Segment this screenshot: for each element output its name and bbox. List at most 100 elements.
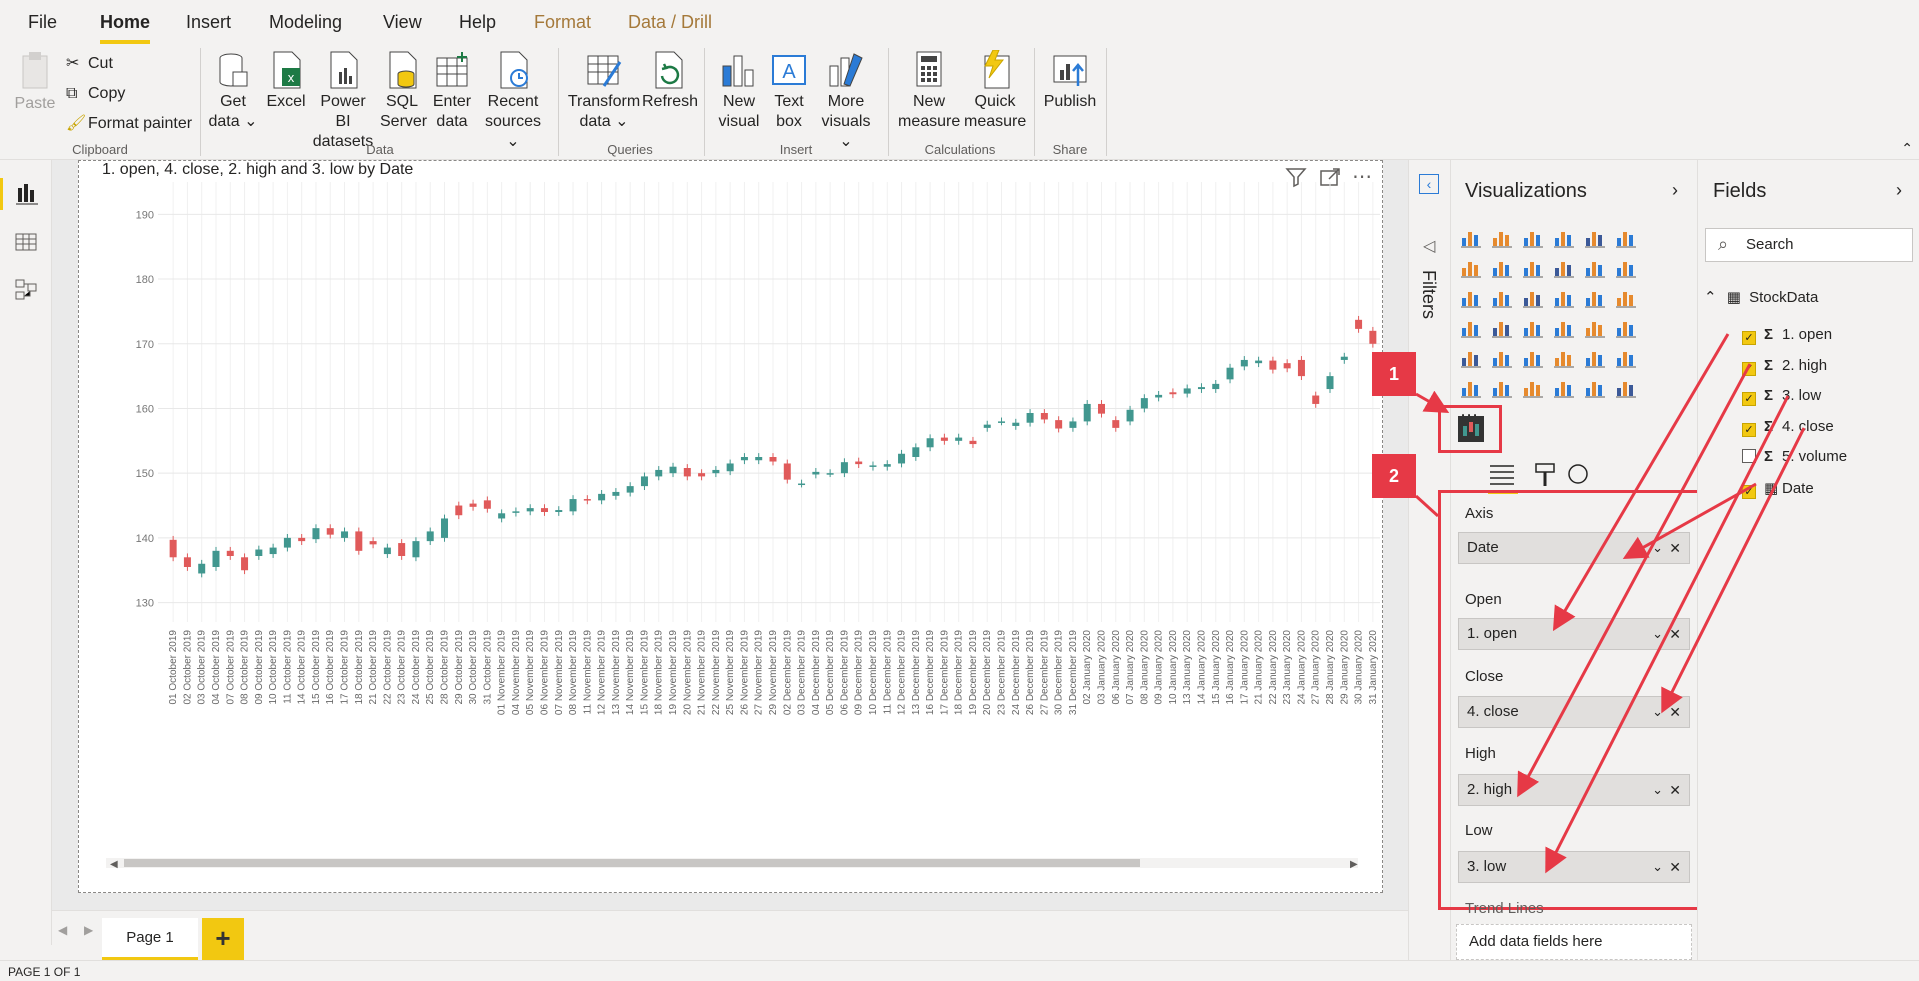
card-visual-icon[interactable] <box>1584 316 1606 338</box>
treemap-visual-icon[interactable] <box>1615 286 1637 308</box>
collapse-ribbon-icon[interactable]: ⌃ <box>1901 140 1913 157</box>
menu-home[interactable]: Home <box>100 12 150 33</box>
model-view-icon[interactable] <box>10 274 42 306</box>
fields-expand-icon[interactable]: › <box>1896 180 1902 201</box>
menu-help[interactable]: Help <box>459 12 496 33</box>
matrix-visual-icon[interactable] <box>1553 346 1575 368</box>
stacked-bar-visual-icon[interactable] <box>1460 226 1482 248</box>
field-1-open[interactable]: ✓ Σ 1. open <box>1742 326 1832 345</box>
chevron-down-icon[interactable]: ⌄ <box>1652 775 1663 805</box>
cut-button[interactable]: ✂ Cut <box>66 54 113 74</box>
fields-search-input[interactable]: Search <box>1705 228 1913 262</box>
more-visuals-button[interactable]: More visuals ⌄ <box>818 50 874 152</box>
prev-page-icon[interactable]: ◀ <box>58 923 67 937</box>
power-apps-visual-icon[interactable] <box>1615 376 1637 398</box>
enter-data-button[interactable]: Enter data <box>430 50 474 132</box>
next-page-icon[interactable]: ▶ <box>84 923 93 937</box>
remove-icon[interactable]: ✕ <box>1669 619 1681 649</box>
donut-visual-icon[interactable] <box>1584 286 1606 308</box>
sql-server-button[interactable]: SQL Server <box>380 50 427 132</box>
field-checkbox[interactable]: ✓ <box>1742 331 1756 345</box>
field-checkbox[interactable]: ✓ <box>1742 392 1756 406</box>
new-measure-button[interactable]: New measure <box>898 50 960 132</box>
qa-visual-icon[interactable] <box>1522 376 1544 398</box>
slicer-visual-icon[interactable] <box>1491 346 1513 368</box>
power-bi-datasets-button[interactable]: Power BI datasets <box>312 50 374 152</box>
field-checkbox[interactable]: ✓ <box>1742 484 1756 499</box>
field-date[interactable]: ✓ ▦ Date <box>1742 479 1814 499</box>
format-painter-button[interactable]: 🖌 Format painter <box>66 114 192 134</box>
scatter-visual-icon[interactable] <box>1522 286 1544 308</box>
clustered-column-visual-icon[interactable] <box>1553 226 1575 248</box>
remove-icon[interactable]: ✕ <box>1669 852 1681 882</box>
menu-view[interactable]: View <box>383 12 422 33</box>
field-3-low[interactable]: ✓ Σ 3. low <box>1742 387 1821 406</box>
menu-data-drill[interactable]: Data / Drill <box>628 12 712 33</box>
multi-row-card-visual-icon[interactable] <box>1615 316 1637 338</box>
candlestick-visual-icon[interactable] <box>1458 416 1484 442</box>
field-2-high[interactable]: ✓ Σ 2. high <box>1742 357 1827 376</box>
table-visual-icon[interactable] <box>1522 346 1544 368</box>
text-box-button[interactable]: A Text box <box>766 50 812 132</box>
arcgis-visual-icon[interactable] <box>1584 376 1606 398</box>
menu-modeling[interactable]: Modeling <box>269 12 342 33</box>
collapse-filters-icon[interactable]: ‹ <box>1419 174 1439 194</box>
gauge-visual-icon[interactable] <box>1553 316 1575 338</box>
clustered-bar-visual-icon[interactable] <box>1522 226 1544 248</box>
line-column-visual-icon[interactable] <box>1553 256 1575 278</box>
get-data-button[interactable]: Get data ⌄ <box>208 50 258 132</box>
line-clustered-column-visual-icon[interactable] <box>1584 256 1606 278</box>
ribbon-visual-icon[interactable] <box>1615 256 1637 278</box>
field-checkbox[interactable]: ✓ <box>1742 361 1756 376</box>
copy-button[interactable]: ⧉ Copy <box>66 84 125 104</box>
trend-lines-drop-zone[interactable]: Add data fields here <box>1456 924 1692 960</box>
axis-well[interactable]: Date ⌄ ✕ <box>1458 532 1690 564</box>
line-visual-icon[interactable] <box>1460 256 1482 278</box>
field-checkbox[interactable]: ✓ <box>1742 422 1756 437</box>
field-5-volume[interactable]: Σ 5. volume <box>1742 448 1847 465</box>
area-visual-icon[interactable] <box>1491 256 1513 278</box>
publish-button[interactable]: Publish <box>1042 50 1098 112</box>
add-page-button[interactable]: + <box>202 918 244 960</box>
funnel-visual-icon[interactable] <box>1491 286 1513 308</box>
transform-data-button[interactable]: Transform data ⌄ <box>566 50 642 132</box>
excel-button[interactable]: x Excel <box>266 50 306 112</box>
remove-icon[interactable]: ✕ <box>1669 697 1681 727</box>
low-well[interactable]: 3. low ⌄ ✕ <box>1458 851 1690 883</box>
high-well[interactable]: 2. high ⌄ ✕ <box>1458 774 1690 806</box>
report-view-icon[interactable] <box>10 178 42 210</box>
filled-map-visual-icon[interactable] <box>1491 316 1513 338</box>
data-view-icon[interactable] <box>10 226 42 258</box>
stacked-column-visual-icon[interactable] <box>1491 226 1513 248</box>
chevron-down-icon[interactable]: ⌄ <box>1652 697 1663 727</box>
pie-visual-icon[interactable] <box>1553 286 1575 308</box>
stacked-area-visual-icon[interactable] <box>1522 256 1544 278</box>
100-bar-visual-icon[interactable] <box>1584 226 1606 248</box>
paste-button[interactable]: Paste <box>14 50 56 114</box>
shape-map-visual-icon[interactable] <box>1522 316 1544 338</box>
viz-expand-icon[interactable]: › <box>1672 180 1678 201</box>
100-column-visual-icon[interactable] <box>1615 226 1637 248</box>
map-visual-icon[interactable] <box>1460 316 1482 338</box>
waterfall-visual-icon[interactable] <box>1460 286 1482 308</box>
key-influencers-visual-icon[interactable] <box>1460 376 1482 398</box>
format-tab-icon[interactable] <box>1535 463 1555 486</box>
scroll-right-icon[interactable]: ▶ <box>1350 859 1358 870</box>
chevron-down-icon[interactable]: ⌄ <box>1652 852 1663 882</box>
field-checkbox[interactable] <box>1742 449 1756 463</box>
page-tab-1[interactable]: Page 1 <box>102 918 198 960</box>
python-visual-visual-icon[interactable] <box>1615 346 1637 368</box>
kpi-visual-icon[interactable] <box>1460 346 1482 368</box>
decomposition-tree-visual-icon[interactable] <box>1491 376 1513 398</box>
quick-measure-button[interactable]: Quick measure <box>964 50 1026 132</box>
menu-format[interactable]: Format <box>534 12 591 33</box>
scroll-left-icon[interactable]: ◀ <box>110 859 118 870</box>
chevron-down-icon[interactable]: ⌄ <box>1652 619 1663 649</box>
r-visual-visual-icon[interactable] <box>1584 346 1606 368</box>
close-well[interactable]: 4. close ⌄ ✕ <box>1458 696 1690 728</box>
chevron-down-icon[interactable]: ⌄ <box>1652 533 1663 563</box>
scrollbar-thumb[interactable] <box>124 859 1140 867</box>
table-stockdata[interactable]: ⌃ ▦ StockData <box>1704 288 1818 306</box>
menu-file[interactable]: File <box>28 12 57 33</box>
remove-icon[interactable]: ✕ <box>1669 775 1681 805</box>
